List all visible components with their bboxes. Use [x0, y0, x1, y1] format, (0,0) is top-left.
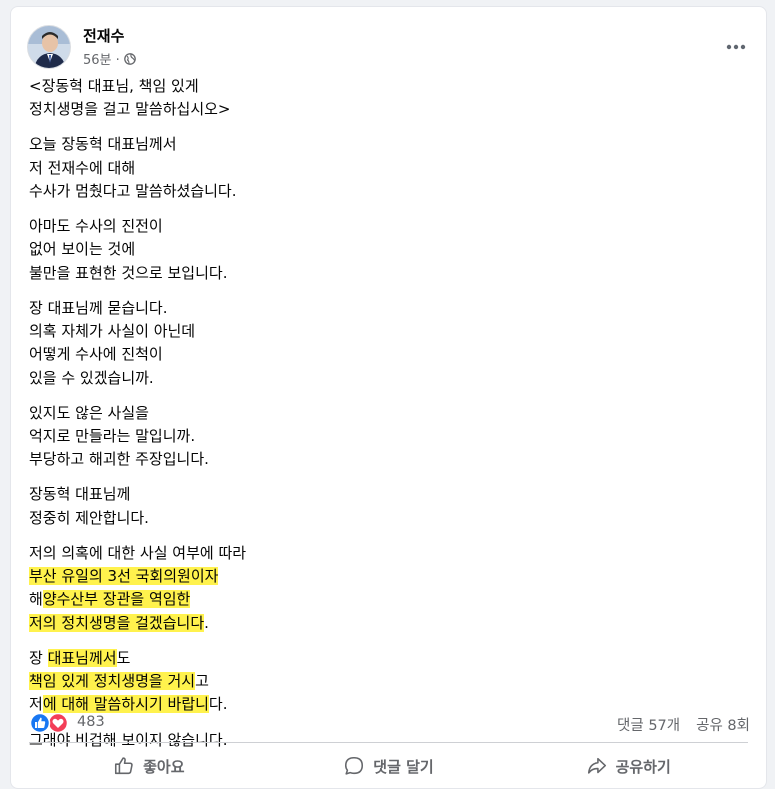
post-text: 수사가 멈췄다고 말씀하셨습니다. — [29, 181, 237, 200]
post-text: 정중히 제안합니다. — [29, 508, 149, 527]
post-text: 아마도 수사의 진전이 — [29, 217, 163, 236]
like-label: 좋아요 — [143, 757, 185, 776]
post-text: . — [204, 613, 209, 632]
highlighted-text: 양수산부 장관을 역임한 — [42, 590, 191, 609]
post-paragraph: 장 대표님께 묻습니다. 의혹 자체가 사실이 아닌데어떻게 수사에 진척이있을 … — [29, 297, 748, 390]
highlighted-text: 대표님께서 — [47, 648, 117, 667]
post-text: 있을 수 있겠습니까. — [29, 368, 154, 387]
globe-icon[interactable] — [123, 52, 136, 65]
post-line: 저의 정치생명을 걸겠습니다. — [29, 612, 748, 635]
post-text: 고 — [195, 672, 209, 691]
post-body: <장동혁 대표님, 책임 있게정치생명을 걸고 말씀하십시오> 오늘 장동혁 대표… — [29, 75, 748, 764]
post-paragraph: 아마도 수사의 진전이없어 보이는 것에불만을 표현한 것으로 보입니다. — [29, 215, 748, 285]
post-line: 저 전재수에 대해 — [29, 157, 748, 180]
comment-label: 댓글 달기 — [373, 757, 434, 776]
post-text: 억지로 만들라는 말입니까. — [29, 427, 196, 446]
author-avatar[interactable] — [27, 25, 71, 69]
share-arrow-icon — [587, 757, 606, 774]
engagement-stats: 댓글 57개 공유 8회 — [617, 714, 750, 735]
reactions-bar: 483 댓글 57개 공유 8회 — [29, 711, 750, 735]
post-text: 있지도 않은 사실을 — [29, 403, 149, 422]
post-paragraph: 장 대표님께서도 책임 있게 정치생명을 거시고 저에 대해 말씀하시기 바랍니다. — [29, 647, 748, 717]
post-line: 오늘 장동혁 대표님께서 — [29, 133, 748, 156]
highlighted-text: 저의 정치생명을 걸겠습니다 — [29, 613, 205, 632]
post-text: 정치생명을 걸고 말씀하십시오> — [29, 100, 231, 119]
like-icon — [29, 712, 51, 734]
share-count[interactable]: 공유 8회 — [696, 714, 750, 735]
post-line: 정치생명을 걸고 말씀하십시오> — [29, 98, 748, 121]
post-text: 장 대표님께 묻습니다. — [29, 298, 168, 317]
post-line: 있을 수 있겠습니까. — [29, 367, 748, 390]
like-button[interactable]: 좋아요 — [29, 747, 269, 785]
post-text: 저 전재수에 대해 — [29, 158, 136, 177]
post-line: 의혹 자체가 사실이 아닌데 — [29, 320, 748, 343]
post-line: 부당하고 해괴한 주장입니다. — [29, 448, 748, 471]
post-text: 장 — [29, 648, 48, 667]
post-line: 장 대표님께 묻습니다. — [29, 297, 748, 320]
post-line: 저의 의혹에 대한 사실 여부에 따라 — [29, 542, 748, 565]
reaction-count[interactable]: 483 — [77, 714, 105, 730]
post-paragraph: 저의 의혹에 대한 사실 여부에 따라부산 유일의 3선 국회의원이자해양수산부… — [29, 542, 748, 635]
more-options-icon[interactable] — [722, 33, 750, 61]
post-line: 부산 유일의 3선 국회의원이자 — [29, 565, 748, 588]
action-bar: 좋아요 댓글 달기 공유하기 — [29, 747, 748, 785]
post-text: 오늘 장동혁 대표님께서 — [29, 135, 177, 154]
post-line: 없어 보이는 것에 — [29, 238, 748, 261]
post-text: 불만을 표현한 것으로 보입니다. — [29, 263, 228, 282]
love-icon — [47, 712, 69, 734]
share-label: 공유하기 — [615, 757, 671, 776]
post-line: 억지로 만들라는 말입니까. — [29, 425, 748, 448]
post-text: 어떻게 수사에 진척이 — [29, 345, 163, 364]
post-paragraph: 있지도 않은 사실을억지로 만들라는 말입니까. 부당하고 해괴한 주장입니다. — [29, 402, 748, 472]
post-text: 도 — [116, 648, 131, 667]
thumbs-up-icon — [115, 757, 133, 775]
share-button[interactable]: 공유하기 — [508, 747, 748, 785]
highlighted-text: 책임 있게 정치생명을 거시 — [29, 672, 196, 691]
post-line: 장동혁 대표님께 — [29, 483, 748, 506]
post-paragraph: 장동혁 대표님께정중히 제안합니다. — [29, 483, 748, 530]
post-header: 전재수 56분 · — [27, 19, 754, 71]
post-line: 수사가 멈췄다고 말씀하셨습니다. — [29, 180, 748, 203]
highlighted-text: 부산 유일의 3선 국회의원이자 — [29, 567, 219, 586]
comment-bubble-icon — [345, 756, 364, 775]
post-text: 저의 의혹에 대한 사실 여부에 따라 — [29, 543, 247, 562]
post-text: 의혹 자체가 사실이 아닌데 — [29, 322, 196, 341]
author-name[interactable]: 전재수 — [83, 25, 124, 46]
post-line: <장동혁 대표님, 책임 있게 — [29, 75, 748, 98]
post-line: 책임 있게 정치생명을 거시고 — [29, 670, 748, 693]
post-line: 있지도 않은 사실을 — [29, 402, 748, 425]
comment-count[interactable]: 댓글 57개 — [617, 714, 680, 735]
post-text: 없어 보이는 것에 — [29, 240, 136, 259]
comment-button[interactable]: 댓글 달기 — [269, 747, 509, 785]
post-line: 장 대표님께서도 — [29, 647, 748, 670]
divider — [29, 742, 748, 743]
post-paragraph: 오늘 장동혁 대표님께서저 전재수에 대해수사가 멈췄다고 말씀하셨습니다. — [29, 133, 748, 203]
avatar-image — [28, 26, 70, 68]
post-line: 어떻게 수사에 진척이 — [29, 343, 748, 366]
post-line: 아마도 수사의 진전이 — [29, 215, 748, 238]
post-text: 해 — [29, 590, 43, 609]
post-text: 부당하고 해괴한 주장입니다. — [29, 450, 209, 469]
post-line: 불만을 표현한 것으로 보입니다. — [29, 262, 748, 285]
post-paragraph: <장동혁 대표님, 책임 있게정치생명을 걸고 말씀하십시오> — [29, 75, 748, 122]
post-meta: 56분 · — [83, 49, 136, 68]
post-card: 전재수 56분 · <장동혁 대표님, 책임 있게정치생명을 걸고 말씀하십시오… — [10, 6, 767, 789]
post-line: 해양수산부 장관을 역임한 — [29, 588, 748, 611]
post-text: 장동혁 대표님께 — [29, 485, 131, 504]
post-text: <장동혁 대표님, 책임 있게 — [29, 77, 199, 95]
reaction-icons[interactable] — [29, 712, 73, 734]
post-line: 정중히 제안합니다. — [29, 507, 748, 530]
post-time[interactable]: 56분 · — [83, 49, 120, 68]
